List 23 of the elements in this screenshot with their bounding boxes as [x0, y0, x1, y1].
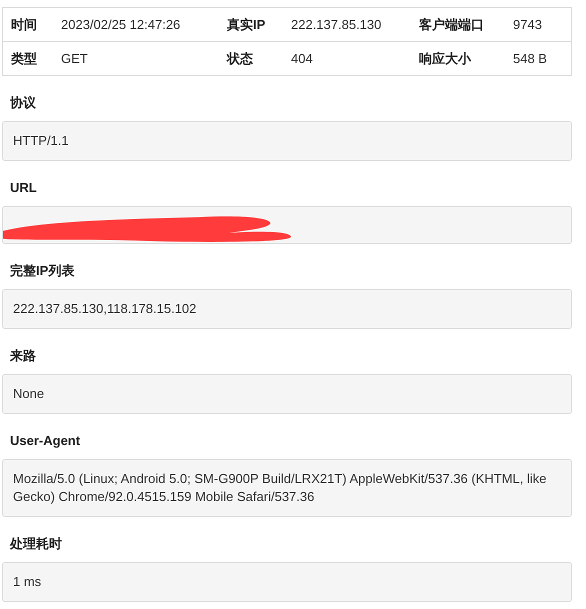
field-value: 1 ms [13, 574, 42, 589]
field-label: User-Agent [10, 433, 82, 449]
field-label: 处理耗时 [10, 536, 63, 552]
field-label: 完整IP列表 [10, 263, 76, 279]
field-value: Mozilla/5.0 (Linux; Android 5.0; SM-G900P Build/LRX21T) AppleWebKit/537.36 (KHTML, like Gecko) Chrome/92.0.4515.159 Mobile Safari/537.36 [13, 471, 547, 504]
field-value: HTTP/1.1 [13, 133, 69, 148]
summary-value: 2023/02/25 12:47:26 [53, 8, 219, 42]
field-label: URL [10, 180, 38, 196]
summary-label: 客户端端口 [411, 8, 505, 42]
summary-value: GET [53, 42, 219, 76]
summary-value: 404 [283, 42, 411, 76]
summary-label: 响应大小 [411, 42, 505, 76]
summary-label: 状态 [219, 42, 283, 76]
summary-value: 9743 [505, 8, 572, 42]
field-value: 222.137.85.130,118.178.15.102 [13, 301, 196, 316]
summary-label: 类型 [2, 42, 53, 76]
summary-label: 真实IP [219, 8, 283, 42]
summary-value: 222.137.85.130 [283, 8, 411, 42]
field-value: None [13, 386, 44, 401]
summary-value: 548 B [505, 42, 572, 76]
summary-label: 时间 [2, 8, 53, 42]
field-label: 协议 [10, 95, 37, 111]
field-label: 来路 [10, 348, 37, 364]
